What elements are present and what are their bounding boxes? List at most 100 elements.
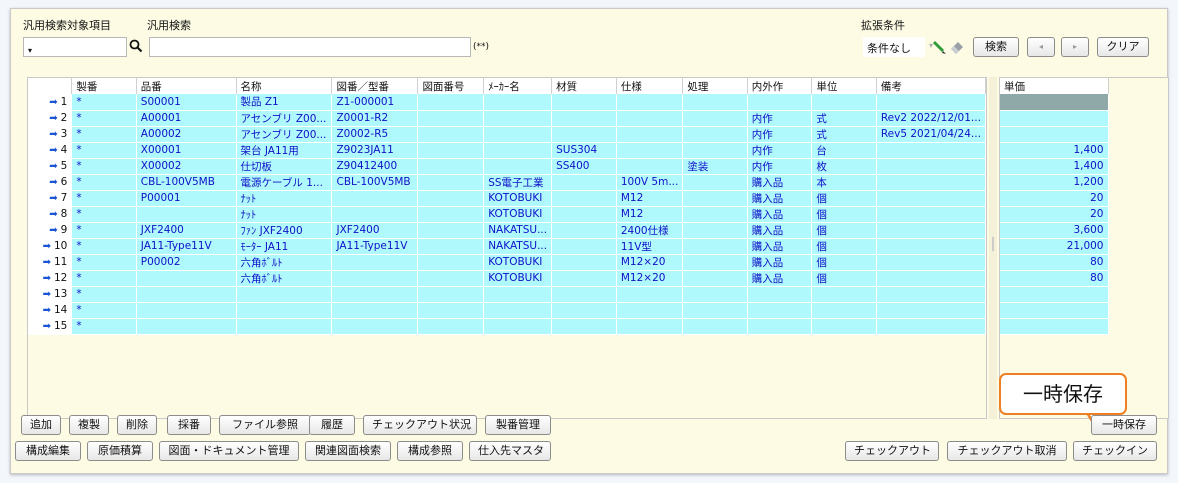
price-cell[interactable]: 21,000 bbox=[1000, 238, 1109, 255]
row-header[interactable]: ➡ 5 bbox=[28, 158, 73, 175]
checkout-status-button[interactable]: チェックアウト状況 bbox=[363, 415, 477, 435]
price-row[interactable]: 21,000 bbox=[1000, 238, 1109, 255]
grid-cell[interactable]: * bbox=[71, 126, 137, 143]
grid-cell[interactable]: NAKATSU... bbox=[483, 238, 553, 255]
grid-cell[interactable]: M12×20 bbox=[616, 270, 684, 287]
grid-cell[interactable] bbox=[682, 254, 748, 271]
price-row[interactable] bbox=[1000, 286, 1109, 303]
grid-cell[interactable] bbox=[682, 206, 748, 223]
checkout-button[interactable]: チェックアウト bbox=[845, 441, 939, 461]
grid-cell[interactable]: Z9023JA11 bbox=[331, 142, 419, 159]
grid-cell[interactable] bbox=[417, 286, 485, 303]
grid-cell[interactable] bbox=[417, 222, 485, 239]
grid-cell[interactable]: 個 bbox=[811, 270, 877, 287]
grid-cell[interactable]: 個 bbox=[811, 190, 877, 207]
grid-cell[interactable] bbox=[876, 302, 986, 319]
grid-cell[interactable] bbox=[551, 254, 617, 271]
row-header[interactable]: ➡ 12 bbox=[28, 270, 73, 287]
drawing-document-button[interactable]: 図面・ドキュメント管理 bbox=[159, 441, 299, 461]
grid-column-header[interactable]: 処理 bbox=[682, 78, 748, 94]
table-row[interactable]: ➡ 6 * CBL-100V5MB 電源ケーブル 1... CBL-100V5MB SS電子… bbox=[28, 174, 986, 191]
grid-cell[interactable]: * bbox=[71, 318, 137, 335]
grid-cell[interactable] bbox=[682, 222, 748, 239]
grid-cell[interactable] bbox=[417, 142, 485, 159]
cost-estimate-button[interactable]: 原価積算 bbox=[87, 441, 153, 461]
grid-cell[interactable]: A00002 bbox=[136, 126, 237, 143]
grid-column-header[interactable]: 備考 bbox=[876, 78, 986, 94]
grid-cell[interactable]: 個 bbox=[811, 222, 877, 239]
grid-cell[interactable] bbox=[417, 190, 485, 207]
table-row[interactable]: ➡ 15 * bbox=[28, 318, 986, 335]
table-row[interactable]: ➡ 2 * A00001 アセンブリ Z00... Z0001-R2 内作式 Rev2 202… bbox=[28, 110, 986, 127]
grid-cell[interactable]: 購入品 bbox=[747, 190, 813, 207]
grid-cell[interactable] bbox=[483, 126, 553, 143]
grid-cell[interactable] bbox=[616, 142, 684, 159]
checkin-button[interactable]: チェックイン bbox=[1073, 441, 1157, 461]
grid-cell[interactable] bbox=[331, 302, 419, 319]
search-target-select[interactable]: ▾ bbox=[23, 37, 127, 57]
structure-reference-button[interactable]: 構成参照 bbox=[397, 441, 463, 461]
price-row[interactable] bbox=[1000, 318, 1109, 335]
price-cell[interactable]: 80 bbox=[1000, 270, 1109, 287]
grid-cell[interactable] bbox=[551, 190, 617, 207]
grid-cell[interactable] bbox=[136, 318, 237, 335]
table-row[interactable]: ➡ 5 * X00002 仕切板 Z90412400 SS400 塗装 内作枚 bbox=[28, 158, 986, 175]
grid-cell[interactable] bbox=[682, 94, 748, 111]
grid-cell[interactable] bbox=[483, 158, 553, 175]
grid-cell[interactable]: 購入品 bbox=[747, 254, 813, 271]
grid-cell[interactable]: Z90412400 bbox=[331, 158, 419, 175]
grid-cell[interactable]: JA11-Type11V bbox=[136, 238, 237, 255]
table-row[interactable]: ➡ 13 * bbox=[28, 286, 986, 303]
price-cell[interactable]: 20 bbox=[1000, 190, 1109, 207]
price-cell[interactable] bbox=[1000, 302, 1109, 319]
grid-cell[interactable] bbox=[682, 270, 748, 287]
grid-splitter[interactable] bbox=[989, 77, 997, 419]
grid-cell[interactable] bbox=[417, 318, 485, 335]
row-header[interactable]: ➡ 8 bbox=[28, 206, 73, 223]
grid-cell[interactable]: JXF2400 bbox=[136, 222, 237, 239]
grid-cell[interactable]: * bbox=[71, 190, 137, 207]
price-row[interactable]: 1,400 bbox=[1000, 142, 1109, 159]
grid-cell[interactable] bbox=[876, 238, 986, 255]
grid-cell[interactable] bbox=[682, 318, 748, 335]
grid-column-header[interactable]: 品番 bbox=[136, 78, 237, 94]
search-icon[interactable] bbox=[129, 39, 143, 53]
price-cell[interactable] bbox=[1000, 94, 1109, 111]
price-cell[interactable]: 3,600 bbox=[1000, 222, 1109, 239]
grid-cell[interactable]: A00001 bbox=[136, 110, 237, 127]
table-row[interactable]: ➡ 1 * S00001 製品 Z1 Z1-000001 bbox=[28, 94, 986, 111]
eraser-icon[interactable] bbox=[949, 39, 965, 55]
grid-cell[interactable]: 架台 JA11用 bbox=[236, 142, 333, 159]
price-row[interactable] bbox=[1000, 302, 1109, 319]
grid-cell[interactable] bbox=[236, 286, 333, 303]
grid-cell[interactable]: 製品 Z1 bbox=[236, 94, 333, 111]
grid-cell[interactable]: * bbox=[71, 174, 137, 191]
grid-column-header[interactable]: 材質 bbox=[551, 78, 617, 94]
checkout-cancel-button[interactable]: チェックアウト取消 bbox=[947, 441, 1067, 461]
row-header[interactable]: ➡ 2 bbox=[28, 110, 73, 127]
price-cell[interactable] bbox=[1000, 318, 1109, 335]
grid-cell[interactable]: ﾅｯﾄ bbox=[236, 190, 333, 207]
file-reference-button[interactable]: ファイル参照 bbox=[219, 415, 311, 435]
grid-cell[interactable]: * bbox=[71, 94, 137, 111]
grid-cell[interactable]: * bbox=[71, 302, 137, 319]
serial-management-button[interactable]: 製番管理 bbox=[485, 415, 551, 435]
grid-cell[interactable]: 式 bbox=[811, 110, 877, 127]
grid-cell[interactable] bbox=[136, 270, 237, 287]
grid-cell[interactable]: 個 bbox=[811, 238, 877, 255]
grid-cell[interactable] bbox=[747, 318, 813, 335]
grid-cell[interactable]: SS400 bbox=[551, 158, 617, 175]
price-cell[interactable]: 80 bbox=[1000, 254, 1109, 271]
add-button[interactable]: 追加 bbox=[21, 415, 61, 435]
price-row[interactable]: 80 bbox=[1000, 254, 1109, 271]
grid-cell[interactable]: アセンブリ Z00... bbox=[236, 110, 333, 127]
grid-cell[interactable]: Z0002-R5 bbox=[331, 126, 419, 143]
grid-cell[interactable] bbox=[551, 94, 617, 111]
temp-save-button[interactable]: 一時保存 bbox=[1091, 415, 1157, 435]
grid-cell[interactable] bbox=[417, 126, 485, 143]
grid-cell[interactable]: M12×20 bbox=[616, 254, 684, 271]
grid-cell[interactable] bbox=[551, 286, 617, 303]
grid-cell[interactable]: * bbox=[71, 254, 137, 271]
grid-cell[interactable]: 式 bbox=[811, 126, 877, 143]
row-header[interactable]: ➡ 14 bbox=[28, 302, 73, 319]
